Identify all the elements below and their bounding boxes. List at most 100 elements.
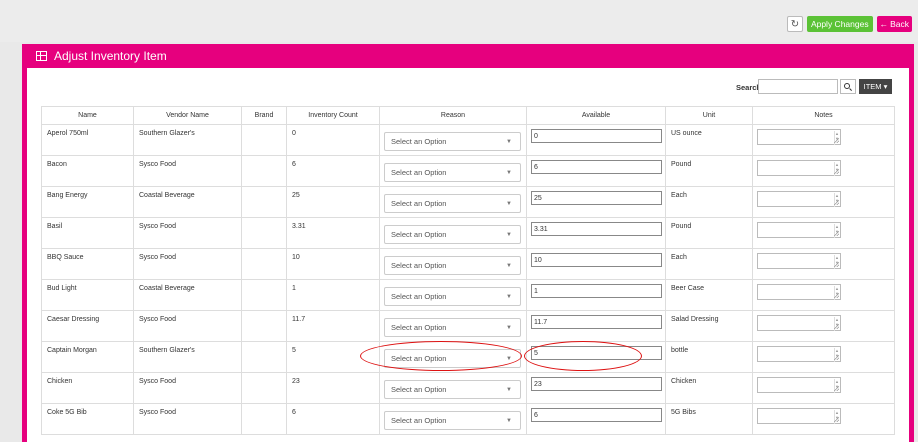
resize-grip-icon[interactable] — [834, 138, 839, 143]
arrow-left-icon: ← — [879, 19, 889, 29]
unit-cell: Chicken — [665, 372, 753, 404]
refresh-icon: ↻ — [790, 18, 800, 30]
notes-cell: ▲▼ — [752, 403, 895, 435]
notes-textarea[interactable]: ▲▼ — [757, 191, 841, 207]
panel-header: Adjust Inventory Item — [22, 44, 914, 68]
reason-cell: Select an Option ▼ — [379, 155, 527, 187]
notes-cell: ▲▼ — [752, 341, 895, 373]
resize-grip-icon[interactable] — [834, 324, 839, 329]
available-cell: 23 — [526, 372, 666, 404]
inventory-count-cell: 25 — [286, 186, 380, 218]
notes-textarea[interactable]: ▲▼ — [757, 253, 841, 269]
chevron-down-icon: ▼ — [506, 263, 512, 269]
item-name-cell: Chicken — [41, 372, 134, 404]
resize-grip-icon[interactable] — [834, 262, 839, 267]
resize-grip-icon[interactable] — [834, 200, 839, 205]
item-name-cell: Bang Energy — [41, 186, 134, 218]
highlight-ellipse-available — [524, 341, 642, 371]
reason-cell: Select an Option ▼ — [379, 124, 527, 156]
available-input[interactable]: 3.31 — [531, 222, 662, 236]
table-row: Chicken Sysco Food 23 Select an Option ▼ 23 Ch… — [41, 372, 895, 404]
column-header: Inventory Count — [286, 106, 380, 125]
reason-select[interactable]: Select an Option ▼ — [384, 318, 521, 337]
notes-textarea[interactable]: ▲▼ — [757, 284, 841, 300]
brand-cell — [241, 372, 287, 404]
notes-textarea[interactable]: ▲▼ — [757, 160, 841, 176]
reason-select[interactable]: Select an Option ▼ — [384, 411, 521, 430]
resize-grip-icon[interactable] — [834, 231, 839, 236]
table-row: Bud Light Coastal Beverage 1 Select an Opti… — [41, 279, 895, 311]
table-row: Coke 5G Bib Sysco Food 6 Select an Option ▼ 6… — [41, 403, 895, 435]
notes-cell: ▲▼ — [752, 124, 895, 156]
reason-cell: Select an Option ▼ — [379, 217, 527, 249]
chevron-down-icon: ▼ — [506, 294, 512, 300]
brand-cell — [241, 310, 287, 342]
brand-cell — [241, 217, 287, 249]
notes-textarea[interactable]: ▲▼ — [757, 408, 841, 424]
brand-cell — [241, 155, 287, 187]
available-cell: 6 — [526, 403, 666, 435]
vendor-name-cell: Southern Glazer's — [133, 341, 242, 373]
table-header-row: Name Vendor Name Brand Inventory Count Reaso… — [41, 106, 895, 125]
inventory-count-cell: 11.7 — [286, 310, 380, 342]
resize-grip-icon[interactable] — [834, 169, 839, 174]
available-input[interactable]: 10 — [531, 253, 662, 267]
notes-cell: ▲▼ — [752, 155, 895, 187]
back-label: Back — [890, 19, 909, 29]
refresh-button[interactable]: ↻ — [786, 16, 803, 32]
available-input[interactable]: 1 — [531, 284, 662, 298]
reason-select[interactable]: Select an Option ▼ — [384, 194, 521, 213]
search-button[interactable] — [840, 79, 856, 94]
search-row: Search ITEM ▾ — [27, 79, 909, 97]
reason-select[interactable]: Select an Option ▼ — [384, 163, 521, 182]
reason-select[interactable]: Select an Option ▼ — [384, 132, 521, 151]
reason-cell: Select an Option ▼ — [379, 186, 527, 218]
notes-textarea[interactable]: ▲▼ — [757, 222, 841, 238]
brand-cell — [241, 403, 287, 435]
chevron-down-icon: ▼ — [506, 418, 512, 424]
table-row: Caesar Dressing Sysco Food 11.7 Select an O… — [41, 310, 895, 342]
chevron-down-icon: ▼ — [506, 201, 512, 207]
notes-textarea[interactable]: ▲▼ — [757, 129, 841, 145]
available-input[interactable]: 11.7 — [531, 315, 662, 329]
item-name-cell: Basil — [41, 217, 134, 249]
available-input[interactable]: 6 — [531, 408, 662, 422]
table-row: Bacon Sysco Food 6 Select an Option ▼ 6 Pound ▲… — [41, 155, 895, 187]
unit-cell: 5G Bibs — [665, 403, 753, 435]
reason-select-value: Select an Option — [391, 292, 447, 301]
available-input[interactable]: 25 — [531, 191, 662, 205]
available-cell: 3.31 — [526, 217, 666, 249]
search-input[interactable] — [758, 79, 838, 94]
inventory-count-cell: 3.31 — [286, 217, 380, 249]
available-input[interactable]: 0 — [531, 129, 662, 143]
item-name-cell: Aperol 750ml — [41, 124, 134, 156]
column-header: Vendor Name — [133, 106, 242, 125]
inventory-count-cell: 6 — [286, 403, 380, 435]
reason-select-value: Select an Option — [391, 137, 447, 146]
available-input[interactable]: 6 — [531, 160, 662, 174]
notes-textarea[interactable]: ▲▼ — [757, 377, 841, 393]
apply-changes-button[interactable]: Apply Changes — [806, 16, 873, 32]
notes-textarea[interactable]: ▲▼ — [757, 346, 841, 362]
available-input[interactable]: 23 — [531, 377, 662, 391]
reason-select[interactable]: Select an Option ▼ — [384, 256, 521, 275]
reason-select[interactable]: Select an Option ▼ — [384, 380, 521, 399]
available-cell: 25 — [526, 186, 666, 218]
reason-select[interactable]: Select an Option ▼ — [384, 287, 521, 306]
vendor-name-cell: Sysco Food — [133, 310, 242, 342]
resize-grip-icon[interactable] — [834, 293, 839, 298]
notes-textarea[interactable]: ▲▼ — [757, 315, 841, 331]
reason-select-value: Select an Option — [391, 230, 447, 239]
notes-cell: ▲▼ — [752, 310, 895, 342]
item-dropdown-button[interactable]: ITEM ▾ — [859, 79, 892, 94]
resize-grip-icon[interactable] — [834, 386, 839, 391]
item-name-cell: Bud Light — [41, 279, 134, 311]
resize-grip-icon[interactable] — [834, 355, 839, 360]
back-button[interactable]: ← Back — [876, 16, 912, 32]
brand-cell — [241, 186, 287, 218]
available-cell: 11.7 — [526, 310, 666, 342]
reason-cell: Select an Option ▼ — [379, 372, 527, 404]
reason-select[interactable]: Select an Option ▼ — [384, 225, 521, 244]
unit-cell: US ounce — [665, 124, 753, 156]
resize-grip-icon[interactable] — [834, 417, 839, 422]
